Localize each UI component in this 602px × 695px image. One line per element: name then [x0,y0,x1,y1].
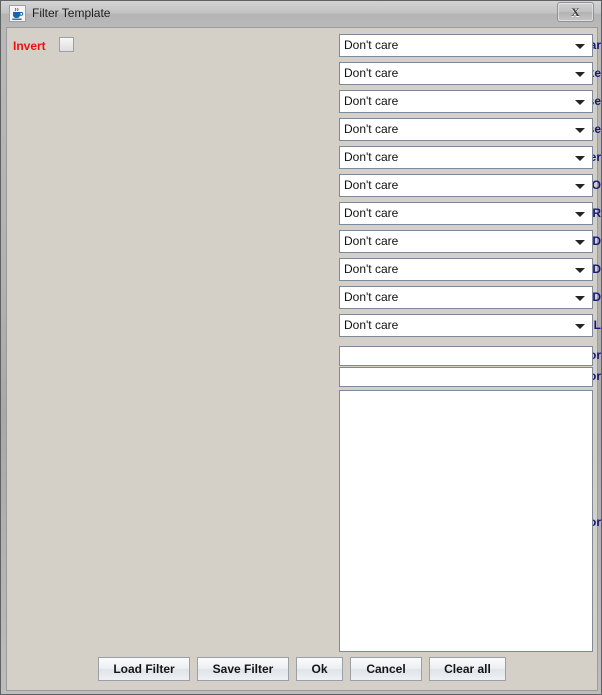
combo-value-rpd[interactable]: Don't care [340,231,570,252]
chevron-down-icon[interactable] [569,35,592,56]
combo-ovd[interactable]: Don't care [339,286,593,309]
window-titlebar: Filter Template X [1,1,601,27]
combo-reverse[interactable]: Don't care [339,118,593,141]
combo-value-modifier[interactable]: Don't care [340,147,570,168]
search-comments-textarea[interactable] [339,390,593,652]
window-title: Filter Template [32,6,111,20]
input-search-attributions-for[interactable] [339,367,593,387]
chevron-down-icon[interactable] [569,231,592,252]
button-ok[interactable]: Ok [296,657,343,681]
button-cancel[interactable]: Cancel [350,657,422,681]
chevron-down-icon[interactable] [569,315,592,336]
combo-value-ddr[interactable]: Don't care [340,203,570,224]
combo-value-ml[interactable]: Don't care [340,315,570,336]
chevron-down-icon[interactable] [569,119,592,140]
chevron-down-icon[interactable] [569,147,592,168]
java-coffee-cup-icon [9,5,26,22]
button-load-filter[interactable]: Load Filter [98,657,190,681]
combo-modifier[interactable]: Don't care [339,146,593,169]
invert-checkbox[interactable] [59,37,74,52]
combo-value-year[interactable]: Don't care [340,35,570,56]
chevron-down-icon[interactable] [569,287,592,308]
combo-obverse[interactable]: Don't care [339,90,593,113]
close-icon: X [571,5,580,19]
combo-value-strike[interactable]: Don't care [340,63,570,84]
combo-value-reverse[interactable]: Don't care [340,119,570,140]
chevron-down-icon[interactable] [569,91,592,112]
chevron-down-icon[interactable] [569,259,592,280]
combo-rpd[interactable]: Don't care [339,230,593,253]
button-save-filter[interactable]: Save Filter [197,657,289,681]
combo-value-mpd[interactable]: Don't care [340,259,570,280]
input-search-contributor-for[interactable] [339,346,593,366]
chevron-down-icon[interactable] [569,63,592,84]
combo-ddr[interactable]: Don't care [339,202,593,225]
chevron-down-icon[interactable] [569,203,592,224]
combo-value-ovd[interactable]: Don't care [340,287,570,308]
combo-value-ddo[interactable]: Don't care [340,175,570,196]
combo-ml[interactable]: Don't care [339,314,593,337]
combo-ddo[interactable]: Don't care [339,174,593,197]
combo-strike[interactable]: Don't care [339,62,593,85]
button-clear-all[interactable]: Clear all [429,657,506,681]
combo-value-obverse[interactable]: Don't care [340,91,570,112]
search-comments-value [340,391,592,651]
invert-label: Invert [13,39,46,53]
close-button[interactable]: X [557,2,594,22]
filter-template-window: Filter Template X Invert YearDon't careS… [0,0,602,695]
dialog-button-bar: Load Filter Save Filter Ok Cancel Clear all [1,657,601,694]
combo-year[interactable]: Don't care [339,34,593,57]
combo-mpd[interactable]: Don't care [339,258,593,281]
chevron-down-icon[interactable] [569,175,592,196]
